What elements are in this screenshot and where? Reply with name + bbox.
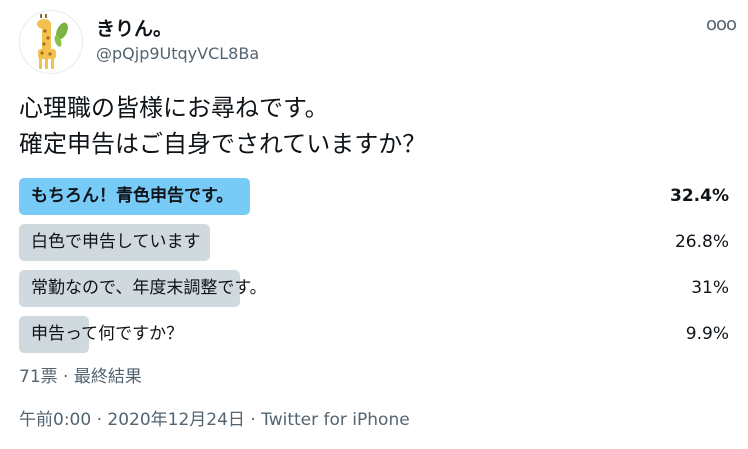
poll-option[interactable]: 白色で申告しています 26.8% — [19, 224, 731, 261]
source-label: Twitter for iPhone — [261, 410, 410, 430]
tweet-text: 心理職の皆様にお尋ねです。 確定申告はご自身でされていますか？ — [19, 90, 426, 162]
poll: もちろん！青色申告です。 32.4% 白色で申告しています 26.8% 常勤なの… — [19, 178, 731, 362]
footer-separator: · — [244, 410, 262, 430]
giraffe-icon — [37, 14, 68, 69]
poll-option-percent: 26.8% — [674, 232, 729, 252]
poll-option[interactable]: もちろん！青色申告です。 32.4% — [19, 178, 731, 215]
poll-option-percent: 31% — [691, 278, 729, 298]
poll-option-label: 申告って何ですか？ — [31, 324, 184, 344]
tweet-card: きりん。 @pQjp9UtqyVCL8Ba ooo 心理職の皆様にお尋ねです。 … — [0, 0, 748, 449]
poll-option[interactable]: 申告って何ですか？ 9.9% — [19, 316, 731, 353]
more-options-icon[interactable]: ooo — [706, 15, 737, 35]
tweet-footer: 午前0:00 · 2020年12月24日 · Twitter for iPhon… — [19, 405, 410, 430]
poll-option-label: もちろん！青色申告です。 — [31, 186, 234, 206]
poll-option-percent: 9.9% — [685, 324, 729, 344]
poll-option-percent: 32.4% — [670, 186, 729, 206]
display-name[interactable]: きりん。 — [96, 14, 172, 41]
tweet-line: 心理職の皆様にお尋ねです。 — [19, 94, 329, 122]
tweet-line: 確定申告はご自身でされていますか？ — [19, 130, 427, 158]
timestamp-link[interactable]: 午前0:00 · 2020年12月24日 — [19, 410, 245, 430]
poll-option-label: 常勤なので、年度末調整です。 — [31, 278, 267, 298]
poll-option[interactable]: 常勤なので、年度末調整です。 31% — [19, 270, 731, 307]
poll-option-label: 白色で申告しています — [31, 232, 201, 252]
poll-summary: 71票 · 最終結果 — [19, 367, 142, 387]
user-handle[interactable]: @pQjp9UtqyVCL8Ba — [96, 44, 259, 63]
avatar[interactable] — [19, 10, 83, 74]
